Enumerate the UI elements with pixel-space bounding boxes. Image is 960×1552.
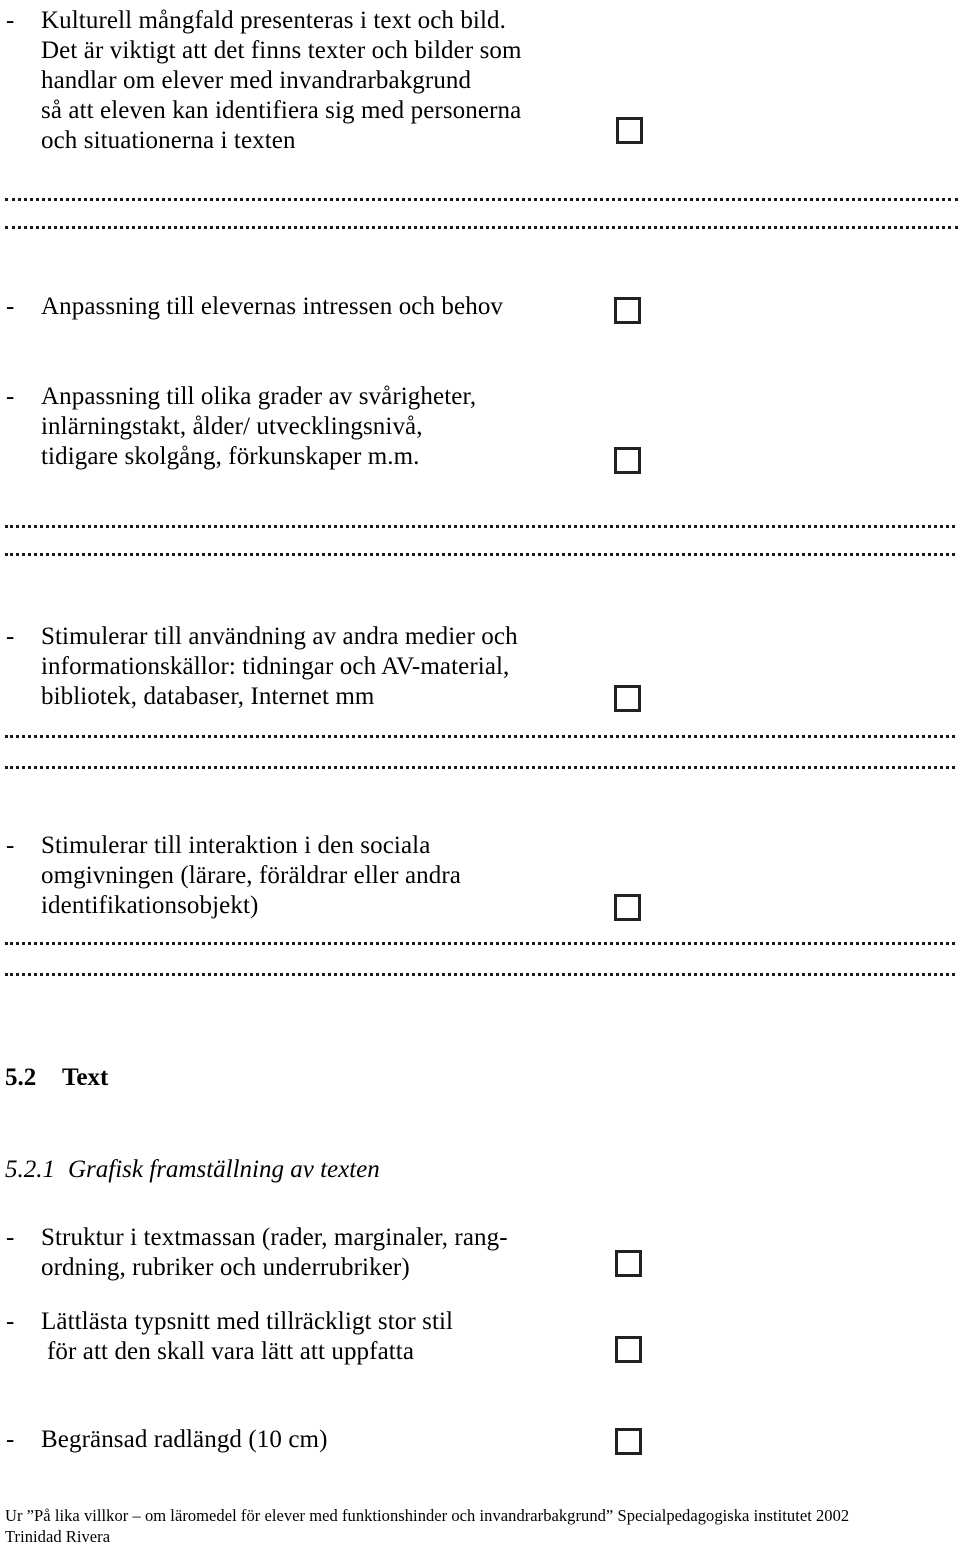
bullet-item-struktur-textmassan: - Struktur i textmassan (rader, marginal… xyxy=(0,1223,960,1283)
bullet-dash-icon: - xyxy=(6,7,15,34)
bullet-line-text: handlar om elever med invandrarbakgrund xyxy=(41,67,472,94)
bullet-dash-icon: - xyxy=(6,293,15,320)
bullet-line-text: Struktur i textmassan (rader, marginaler… xyxy=(41,1224,508,1251)
bullet-line-text: inlärningstakt, ålder/ utvecklingsnivå, xyxy=(41,413,423,440)
bullet-item-stimulerar-medier: - Stimulerar till användning av andra me… xyxy=(0,622,960,712)
bullet-line-text: bibliotek, databaser, Internet mm xyxy=(41,683,375,710)
checkbox-begransad-radlangd[interactable] xyxy=(615,1428,642,1455)
heading-5-2-1-title: Grafisk framställning av texten xyxy=(68,1156,380,1183)
bullet-dash-icon: - xyxy=(6,383,15,410)
dotted-rule xyxy=(5,194,958,201)
document-page: - Kulturell mångfald presenteras i text … xyxy=(0,0,960,1552)
bullet-dash-icon: - xyxy=(6,1224,15,1251)
footer-author-line: Trinidad Rivera xyxy=(5,1527,111,1546)
bullet-line-text: Stimulerar till användning av andra medi… xyxy=(41,623,518,650)
checkbox-stimulerar-medier[interactable] xyxy=(614,685,641,712)
bullet-dash-icon: - xyxy=(6,623,15,650)
footer-source-line: Ur ”På lika villkor – om läromedel för e… xyxy=(5,1506,850,1525)
heading-5-2-number: 5.2 xyxy=(5,1064,37,1091)
bullet-item-kulturell-mangfald: - Kulturell mångfald presenteras i text … xyxy=(0,6,960,156)
bullet-line-text: Lättlästa typsnitt med tillräckligt stor… xyxy=(41,1308,454,1335)
heading-5-2-1-number: 5.2.1 xyxy=(5,1156,55,1183)
bullet-dash-icon: - xyxy=(6,1426,15,1453)
bullet-item-stimulerar-interaktion: - Stimulerar till interaktion i den soci… xyxy=(0,831,960,921)
dotted-rule xyxy=(5,549,955,556)
bullet-line-text: Anpassning till elevernas intressen och … xyxy=(41,293,504,320)
bullet-line-text: så att eleven kan identifiera sig med pe… xyxy=(41,97,522,124)
bullet-item-anpassning-intressen: - Anpassning till elevernas intressen oc… xyxy=(0,292,960,322)
bullet-line-text: för att den skall vara lätt att uppfatta xyxy=(47,1338,415,1365)
checkbox-anpassning-svarigheter[interactable] xyxy=(614,447,641,474)
bullet-line-text: Anpassning till olika grader av svårighe… xyxy=(41,383,477,410)
bullet-line-text: informationskällor: tidningar och AV-mat… xyxy=(41,653,510,680)
bullet-dash-icon: - xyxy=(6,1308,15,1335)
dotted-rule xyxy=(5,521,955,528)
bullet-line-text: identifikationsobjekt) xyxy=(41,892,259,919)
bullet-line-text: och situationerna i texten xyxy=(41,127,296,154)
checkbox-anpassning-intressen[interactable] xyxy=(614,297,641,324)
heading-5-2-title: Text xyxy=(62,1064,109,1091)
bullet-line-text: ordning, rubriker och underrubriker) xyxy=(41,1254,410,1281)
bullet-line-text: Kulturell mångfald presenteras i text oc… xyxy=(41,7,506,34)
bullet-item-anpassning-svarigheter: - Anpassning till olika grader av svårig… xyxy=(0,382,960,472)
bullet-line-text: tidigare skolgång, förkunskaper m.m. xyxy=(41,443,420,470)
dotted-rule xyxy=(5,969,955,976)
dotted-rule xyxy=(5,762,955,769)
dotted-rule xyxy=(5,938,955,945)
bullet-line-text: Begränsad radlängd (10 cm) xyxy=(41,1426,328,1453)
bullet-line-text: Stimulerar till interaktion i den social… xyxy=(41,832,431,859)
page-footer: Ur ”På lika villkor – om läromedel för e… xyxy=(5,1505,955,1547)
bullet-item-begransad-radlangd: - Begränsad radlängd (10 cm) xyxy=(0,1425,960,1455)
bullet-line-text: Det är viktigt att det finns texter och … xyxy=(41,37,522,64)
bullet-line-text: omgivningen (lärare, föräldrar eller and… xyxy=(41,862,461,889)
bullet-dash-icon: - xyxy=(6,832,15,859)
checkbox-stimulerar-interaktion[interactable] xyxy=(614,894,641,921)
checkbox-struktur-textmassan[interactable] xyxy=(615,1250,642,1277)
bullet-item-lattlasta-typsnitt: - Lättlästa typsnitt med tillräckligt st… xyxy=(0,1307,960,1367)
dotted-rule xyxy=(5,731,955,738)
checkbox-lattlasta-typsnitt[interactable] xyxy=(615,1336,642,1363)
checkbox-kulturell-mangfald[interactable] xyxy=(616,117,643,144)
dotted-rule xyxy=(5,222,958,229)
